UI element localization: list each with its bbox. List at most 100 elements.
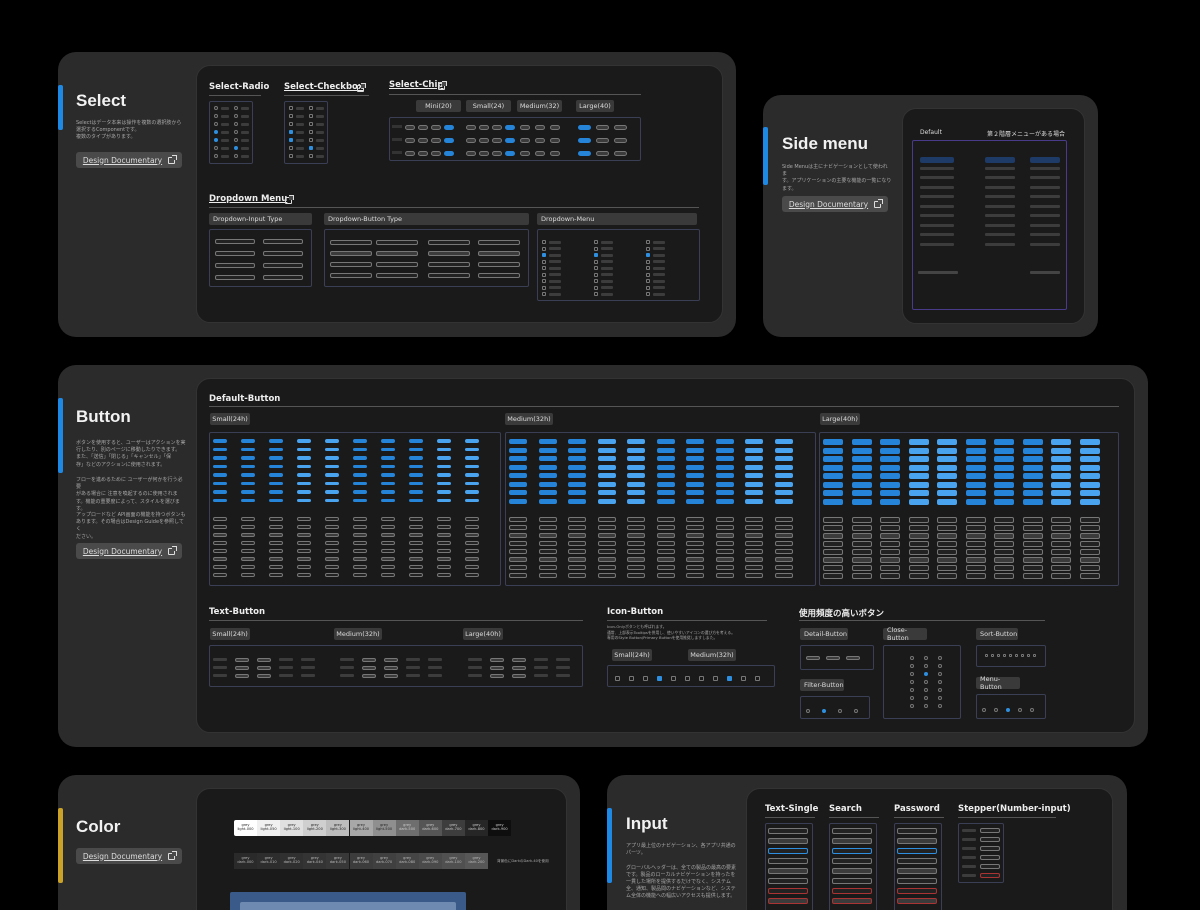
text-button[interactable] bbox=[362, 674, 376, 678]
secondary-button[interactable] bbox=[851, 541, 872, 547]
primary-button[interactable] bbox=[686, 447, 704, 453]
secondary-button[interactable] bbox=[568, 533, 586, 538]
close-button[interactable] bbox=[924, 704, 928, 708]
secondary-button[interactable] bbox=[213, 541, 227, 545]
primary-button[interactable] bbox=[353, 490, 367, 494]
text-button[interactable] bbox=[406, 666, 420, 669]
secondary-button[interactable] bbox=[908, 549, 929, 555]
primary-button[interactable] bbox=[1022, 456, 1043, 462]
primary-button[interactable] bbox=[908, 439, 929, 445]
text-button[interactable] bbox=[556, 674, 570, 677]
secondary-button[interactable] bbox=[686, 573, 704, 578]
secondary-button[interactable] bbox=[297, 573, 311, 577]
secondary-button[interactable] bbox=[851, 517, 872, 523]
secondary-button[interactable] bbox=[745, 517, 763, 522]
input-field[interactable] bbox=[768, 898, 808, 904]
secondary-button[interactable] bbox=[568, 525, 586, 530]
primary-button[interactable] bbox=[823, 490, 843, 496]
primary-button[interactable] bbox=[627, 498, 645, 504]
chip[interactable] bbox=[431, 151, 441, 156]
menu-item-check[interactable] bbox=[646, 292, 650, 296]
primary-button[interactable] bbox=[241, 481, 255, 485]
text-button[interactable] bbox=[279, 658, 293, 661]
primary-button[interactable] bbox=[908, 481, 929, 488]
input-field[interactable] bbox=[768, 888, 808, 894]
primary-button[interactable] bbox=[745, 481, 763, 487]
primary-button[interactable] bbox=[1022, 439, 1043, 445]
primary-button[interactable] bbox=[965, 456, 986, 462]
primary-button[interactable] bbox=[994, 456, 1014, 462]
primary-button[interactable] bbox=[381, 439, 395, 443]
primary-button[interactable] bbox=[568, 498, 586, 504]
primary-button[interactable] bbox=[568, 490, 586, 495]
primary-button[interactable] bbox=[538, 481, 557, 487]
chip[interactable] bbox=[550, 151, 560, 156]
primary-button[interactable] bbox=[409, 498, 423, 502]
secondary-button[interactable] bbox=[880, 565, 900, 571]
secondary-button[interactable] bbox=[509, 533, 527, 538]
primary-button[interactable] bbox=[1079, 498, 1100, 505]
text-button[interactable] bbox=[301, 666, 315, 669]
primary-button[interactable] bbox=[597, 464, 616, 470]
secondary-button[interactable] bbox=[745, 557, 763, 562]
secondary-button[interactable] bbox=[823, 565, 843, 571]
secondary-button[interactable] bbox=[965, 549, 986, 555]
primary-button[interactable] bbox=[538, 473, 557, 478]
input-field[interactable] bbox=[768, 858, 808, 864]
primary-button[interactable] bbox=[715, 464, 734, 470]
secondary-button[interactable] bbox=[994, 517, 1014, 523]
sort-button[interactable] bbox=[1003, 654, 1006, 657]
primary-button[interactable] bbox=[597, 439, 616, 444]
text-button[interactable] bbox=[279, 674, 293, 677]
chip[interactable] bbox=[578, 125, 591, 130]
primary-button[interactable] bbox=[381, 464, 395, 468]
primary-button[interactable] bbox=[965, 464, 986, 471]
dropdown-button[interactable] bbox=[376, 262, 418, 267]
secondary-button[interactable] bbox=[627, 517, 645, 522]
dropdown-button[interactable] bbox=[428, 240, 470, 245]
chip[interactable] bbox=[479, 138, 489, 143]
chip[interactable] bbox=[431, 125, 441, 130]
secondary-button[interactable] bbox=[774, 557, 793, 562]
primary-button[interactable] bbox=[715, 439, 734, 444]
secondary-button[interactable] bbox=[1022, 549, 1043, 555]
chip[interactable] bbox=[418, 138, 428, 143]
primary-button[interactable] bbox=[1022, 464, 1043, 471]
secondary-button[interactable] bbox=[1022, 541, 1043, 547]
primary-button[interactable] bbox=[241, 490, 255, 494]
secondary-button[interactable] bbox=[509, 573, 527, 578]
close-button[interactable] bbox=[938, 704, 942, 708]
menu-button[interactable] bbox=[982, 708, 986, 712]
primary-button[interactable] bbox=[880, 481, 900, 488]
secondary-button[interactable] bbox=[908, 533, 929, 539]
checkbox-indicator[interactable] bbox=[289, 106, 293, 110]
checkbox-indicator[interactable] bbox=[309, 122, 313, 126]
secondary-button[interactable] bbox=[465, 557, 479, 561]
secondary-button[interactable] bbox=[241, 541, 255, 545]
chip[interactable] bbox=[466, 151, 476, 156]
primary-button[interactable] bbox=[823, 498, 843, 505]
secondary-button[interactable] bbox=[241, 549, 255, 553]
secondary-button[interactable] bbox=[937, 525, 957, 531]
checkbox-indicator[interactable] bbox=[309, 114, 313, 118]
primary-button[interactable] bbox=[213, 447, 227, 451]
secondary-button[interactable] bbox=[325, 565, 339, 569]
checkbox-indicator[interactable] bbox=[289, 146, 293, 150]
checkbox-indicator[interactable] bbox=[309, 146, 313, 150]
icon-button[interactable] bbox=[643, 676, 648, 681]
side-menu-item[interactable] bbox=[985, 195, 1015, 198]
secondary-button[interactable] bbox=[241, 525, 255, 529]
text-button[interactable] bbox=[279, 666, 293, 669]
primary-button[interactable] bbox=[241, 464, 255, 468]
secondary-button[interactable] bbox=[627, 541, 645, 546]
secondary-button[interactable] bbox=[880, 541, 900, 547]
secondary-button[interactable] bbox=[994, 573, 1014, 579]
close-button[interactable] bbox=[910, 664, 914, 668]
side-menu-item[interactable] bbox=[985, 176, 1015, 179]
primary-button[interactable] bbox=[213, 481, 227, 485]
primary-button[interactable] bbox=[686, 473, 704, 478]
secondary-button[interactable] bbox=[409, 517, 423, 521]
text-button[interactable] bbox=[213, 658, 227, 661]
primary-button[interactable] bbox=[597, 498, 616, 504]
checkbox-indicator[interactable] bbox=[289, 138, 293, 142]
